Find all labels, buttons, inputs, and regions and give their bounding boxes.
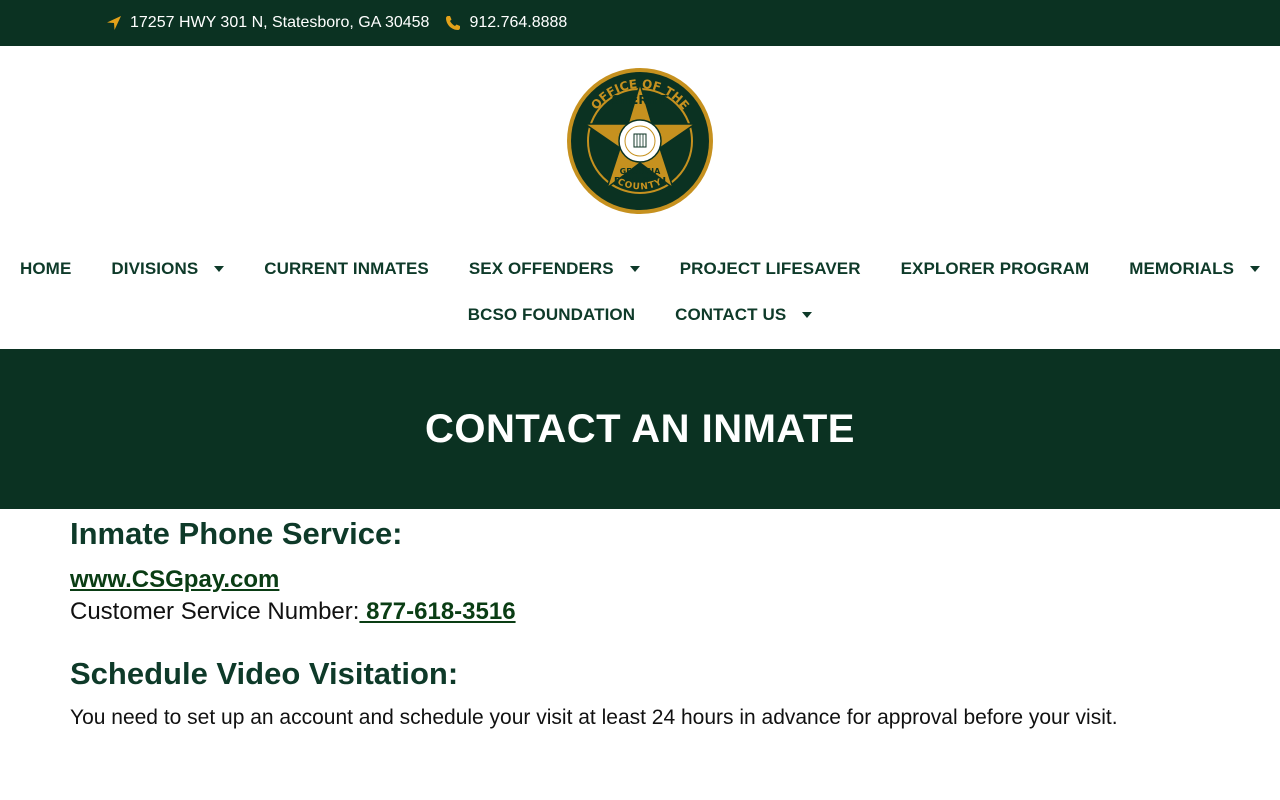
customer-service-line: Customer Service Number: 877-618-3516 <box>70 598 1210 626</box>
svg-text:SHERIFF: SHERIFF <box>612 93 669 107</box>
nav-item-label: HOME <box>19 259 72 278</box>
nav-item-label: EXPLORER PROGRAM <box>900 259 1090 278</box>
main-navigation: HOME DIVISIONS CURRENT INMATES SEX OFFENDER… <box>0 246 1280 338</box>
nav-item-label: CURRENT INMATES <box>264 259 429 278</box>
nav-item-label: PROJECT LIFESAVER <box>679 259 861 278</box>
caret-down-icon <box>802 312 813 318</box>
customer-service-label: Customer Service Number: <box>70 598 360 625</box>
caret-down-icon <box>1250 266 1261 272</box>
nav-item-label: CONTACT US <box>675 305 787 324</box>
video-visitation-heading: Schedule Video Visitation: <box>70 656 459 691</box>
video-visitation-text: You need to set up an account and schedu… <box>70 706 1118 729</box>
phone-item[interactable]: 912.764.8888 <box>445 14 567 32</box>
nav-item-bcso-foundation[interactable]: BCSO FOUNDATION <box>448 305 655 325</box>
caret-down-icon <box>214 266 225 272</box>
location-arrow-icon <box>106 15 122 31</box>
nav-item-contact-us[interactable]: CONTACT US <box>655 305 832 325</box>
phone-service-heading: Inmate Phone Service: <box>70 516 403 551</box>
address-item[interactable]: 17257 HWY 301 N, Statesboro, GA 30458 <box>106 14 429 32</box>
logo-area: OFFICE OF THE SHERIFF GEORGIA BULLOCH CO… <box>0 46 1280 236</box>
customer-service-number-link[interactable]: 877-618-3516 <box>359 598 515 625</box>
csgpay-link[interactable]: www.CSGpay.com <box>70 566 279 594</box>
top-contact-bar: 17257 HWY 301 N, Statesboro, GA 30458 91… <box>0 0 1280 46</box>
nav-item-current-inmates[interactable]: CURRENT INMATES <box>244 259 449 279</box>
nav-item-project-lifesaver[interactable]: PROJECT LIFESAVER <box>660 259 881 279</box>
nav-item-memorials[interactable]: MEMORIALS <box>1109 259 1280 279</box>
page-hero-banner: CONTACT AN INMATE <box>0 349 1280 509</box>
phone-text: 912.764.8888 <box>469 14 568 31</box>
nav-item-sex-offenders[interactable]: SEX OFFENDERS <box>449 259 660 279</box>
nav-item-label: SEX OFFENDERS <box>468 259 614 278</box>
sheriff-badge-logo[interactable]: OFFICE OF THE SHERIFF GEORGIA BULLOCH CO… <box>565 66 715 216</box>
page-title: CONTACT AN INMATE <box>425 406 855 451</box>
svg-text:GEORGIA: GEORGIA <box>620 167 662 176</box>
nav-row-2: BCSO FOUNDATION CONTACT US <box>0 292 1280 338</box>
nav-item-label: MEMORIALS <box>1129 259 1235 278</box>
main-content: Inmate Phone Service: www.CSGpay.com Cus… <box>70 512 1210 730</box>
phone-icon <box>445 15 461 31</box>
address-text: 17257 HWY 301 N, Statesboro, GA 30458 <box>130 14 430 31</box>
nav-item-divisions[interactable]: DIVISIONS <box>91 259 244 279</box>
caret-down-icon <box>629 266 640 272</box>
nav-row-1: HOME DIVISIONS CURRENT INMATES SEX OFFENDER… <box>0 246 1280 292</box>
nav-item-home[interactable]: HOME <box>0 259 91 279</box>
nav-item-explorer-program[interactable]: EXPLORER PROGRAM <box>881 259 1110 279</box>
nav-item-label: DIVISIONS <box>111 259 199 278</box>
nav-item-label: BCSO FOUNDATION <box>467 305 636 324</box>
